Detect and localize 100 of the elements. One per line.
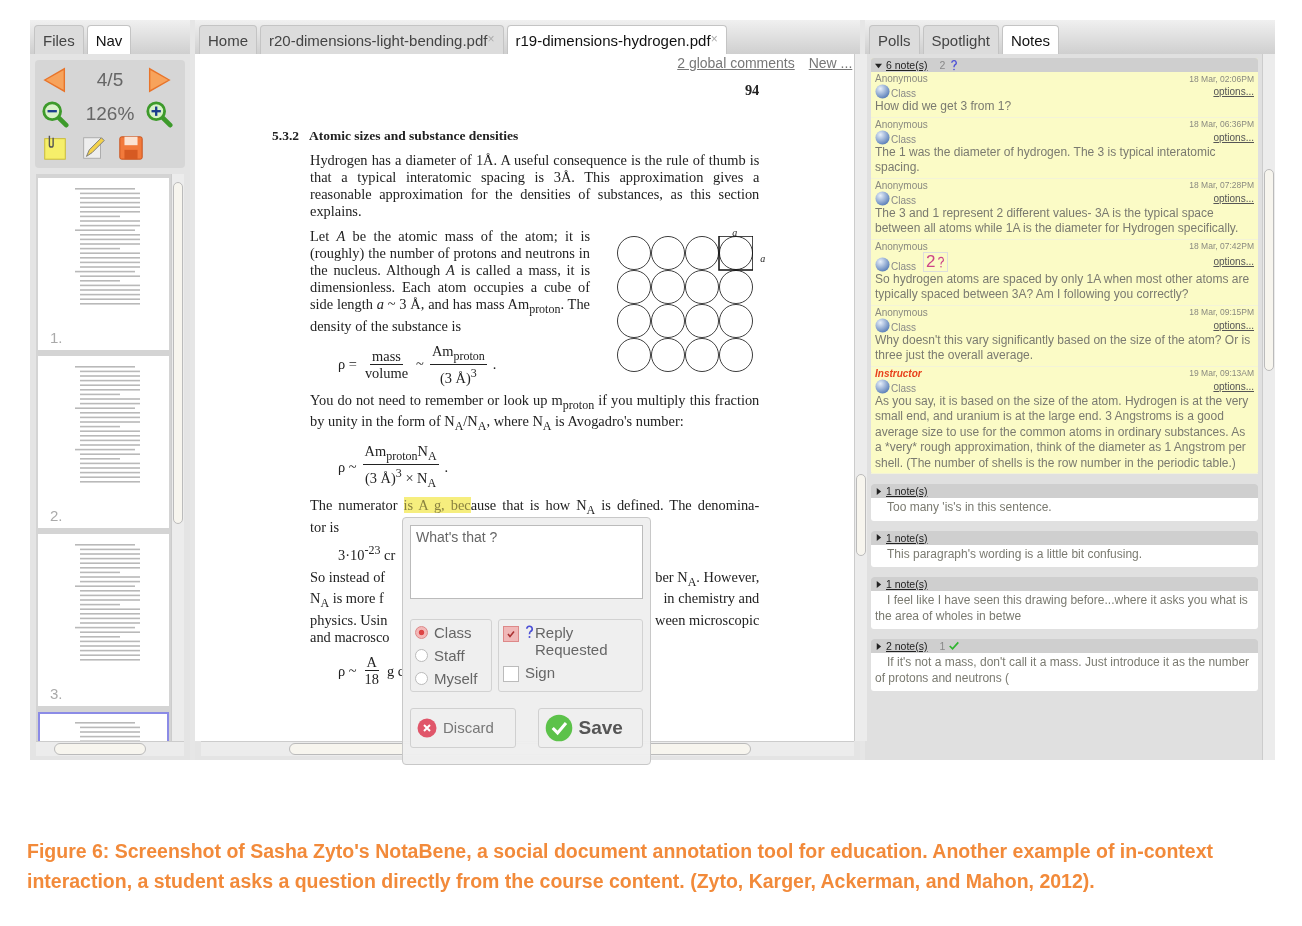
collapsed-arrow-icon[interactable]	[875, 534, 882, 541]
visibility-label: Class	[891, 133, 916, 145]
radio-button[interactable]	[415, 648, 428, 662]
page-number: 1.	[50, 329, 63, 346]
fraction-numerator: Am$_{proton}$N$_{A}$	[362, 443, 439, 466]
sticky-note-icon[interactable]	[41, 134, 69, 162]
zoom-level: 126%	[84, 103, 136, 125]
note-preview: I feel like I have seen this drawing before...where it asks you what is the area of wholes in betwe	[874, 592, 1249, 625]
tab[interactable]: Files	[34, 25, 84, 54]
globe-icon	[875, 84, 890, 99]
close-icon	[417, 717, 437, 738]
section-title: Atomic sizes and substance densities	[309, 127, 519, 144]
check-icon	[544, 713, 573, 742]
link[interactable]: New ...	[808, 55, 853, 72]
options-link[interactable]: options...	[1213, 380, 1254, 392]
text-line: ween microscopic	[655, 612, 760, 630]
link[interactable]: 2 global comments	[677, 55, 795, 72]
text-line: physics. Usin	[310, 612, 389, 630]
text-line: ber N$_{A}$. However,	[655, 568, 760, 591]
comment-field[interactable]: What's that ?	[410, 524, 643, 599]
note-author: Instructor	[875, 367, 922, 379]
text-line: N$_{A}$ is more f	[310, 590, 385, 613]
formula-text: 3·10$^{-23}$ cr	[338, 541, 396, 563]
discard-button[interactable]: Discard	[410, 707, 516, 748]
note-time: 18 Mar, 07:42PM	[1189, 241, 1254, 251]
scrollbar[interactable]	[1262, 54, 1275, 760]
thread-header[interactable]: 6 note(s) 2	[871, 58, 1258, 72]
radio-label: Myself	[434, 669, 479, 687]
expanded-arrow-icon[interactable]	[875, 61, 882, 69]
options-link[interactable]: options...	[1213, 192, 1254, 204]
formula-text: .	[492, 356, 497, 373]
note-count-link[interactable]: 1 note(s)	[886, 531, 928, 544]
formula-text: ρ ~	[338, 662, 357, 679]
radio-button[interactable]	[415, 671, 428, 685]
fraction-denominator: (3 Å)$^{3}$ × N$_{A}$	[364, 465, 438, 491]
note-preview: If it's not a mass, don't call it a mass. Just introduce it as the number of protons and neutrons (	[874, 654, 1251, 687]
zoom-out-icon[interactable]	[41, 100, 69, 128]
text-line: The numerator is A g, because that is how N$_{A}$ is defined. The denomina-	[310, 496, 760, 519]
fraction-numerator: Am$_{proton}$	[429, 342, 487, 365]
note-count-link[interactable]: 6 note(s)	[886, 59, 928, 71]
checkbox[interactable]	[503, 625, 519, 642]
zoom-in-icon[interactable]	[145, 100, 173, 128]
visibility-label: Class	[891, 194, 916, 206]
page-number: 3.	[50, 685, 63, 702]
globe-icon	[875, 256, 890, 272]
save-button[interactable]: Save	[537, 707, 643, 748]
text-line: in chemistry and	[662, 590, 760, 609]
note-text: As you say, it is based on the size of the atom. Hydrogen is at the very small end, and uranium is at the large end. 3 Angstroms is a good average size to use for the common atoms in ordinary substances. As a *very* rough approximation, think of the diameter as 1 Angstrom per shell. (The number of shells is the row number in the periodic table.)	[875, 393, 1250, 471]
note-author: Anonymous	[875, 306, 928, 318]
collapsed-arrow-icon[interactable]	[875, 487, 882, 495]
horizontal-scrollbar[interactable]	[36, 741, 184, 756]
thread-header[interactable]: 2 note(s) 1	[871, 639, 1258, 653]
radio-label: Class	[434, 623, 473, 641]
thread-header[interactable]: 1 note(s)	[871, 577, 1258, 591]
note-author: Anonymous	[875, 118, 928, 130]
formula-text: ρ ~	[338, 459, 357, 476]
thread-header[interactable]: 1 note(s)	[871, 484, 1258, 498]
globe-icon	[875, 317, 890, 333]
options-link[interactable]: options...	[1213, 131, 1254, 143]
document-tab[interactable]: r19-dimensions-hydrogen.pdf×	[506, 25, 727, 54]
paragraph: You do not need to remember or look up m$_{proton}$ if you multiply this fraction by unity in the form of N$_{A}$/N$_{A}$, where N$_{A}$ is Avogadro's number:	[310, 391, 760, 436]
note-count-link[interactable]: 1 note(s)	[886, 485, 928, 497]
visibility-label: Class	[891, 88, 916, 99]
note-count-link[interactable]: 2 note(s)	[886, 640, 928, 652]
checkmark-icon	[506, 628, 516, 639]
note-text: So hydrogen atoms are spaced by only 1A when most other atoms are typically spaced between 3A? Am I following you correctly?	[875, 271, 1251, 303]
fraction-denominator: 18	[363, 671, 380, 688]
note-text: How did we get 3 from 1?	[875, 99, 1013, 115]
tab[interactable]: Notes	[1001, 25, 1060, 54]
globe-icon	[875, 190, 890, 206]
note-text: Why doesn't this vary significantly based on the size of the atom? Or is three just the overall average.	[875, 332, 1252, 364]
figure-label: a	[732, 228, 738, 238]
text-line: and macrosco	[310, 629, 391, 647]
question-mark-icon	[937, 254, 946, 269]
collapsed-arrow-icon[interactable]	[875, 580, 882, 588]
visibility-label: Class	[891, 382, 916, 394]
tab[interactable]: Polls	[869, 25, 920, 54]
scrollbar[interactable]	[854, 54, 868, 741]
options-link[interactable]: options...	[1213, 319, 1254, 331]
thread-header[interactable]: 1 note(s)	[871, 530, 1258, 545]
tab[interactable]: Nav	[86, 25, 132, 54]
save-icon[interactable]	[117, 134, 145, 162]
globe-icon	[875, 378, 890, 394]
collapsed-arrow-icon[interactable]	[875, 642, 882, 650]
options-link[interactable]: options...	[1213, 256, 1254, 267]
fraction-numerator: A	[364, 654, 379, 672]
fraction-denominator: (3 Å)$^{3}$	[438, 364, 478, 386]
paragraph: Let A be the atomic mass of the atom; it is (roughly) the number of protons and neutrons in the nucleus. Although A is called a mass, it is dimensionless. Each atom occupies a cube of side length a ~ 3 Å, and has mass Am$_{proton}$. The density of the substance is	[310, 228, 590, 335]
document-tab[interactable]: r20-dimensions-light-bending.pdf×	[260, 25, 504, 54]
options-link[interactable]: options...	[1213, 86, 1254, 97]
badge-count: 1	[939, 640, 946, 652]
document-tab[interactable]: Home	[199, 25, 257, 54]
scrollbar[interactable]	[171, 174, 184, 741]
formula-text: ~	[416, 356, 424, 373]
tab[interactable]: Spotlight	[922, 25, 999, 54]
checkbox[interactable]	[503, 665, 519, 682]
radio-button[interactable]	[415, 625, 428, 639]
note-preview: Too many 'is's in this sentence.	[886, 499, 1053, 516]
text-line: tor is	[310, 518, 340, 536]
note-count-link[interactable]: 1 note(s)	[886, 578, 928, 590]
